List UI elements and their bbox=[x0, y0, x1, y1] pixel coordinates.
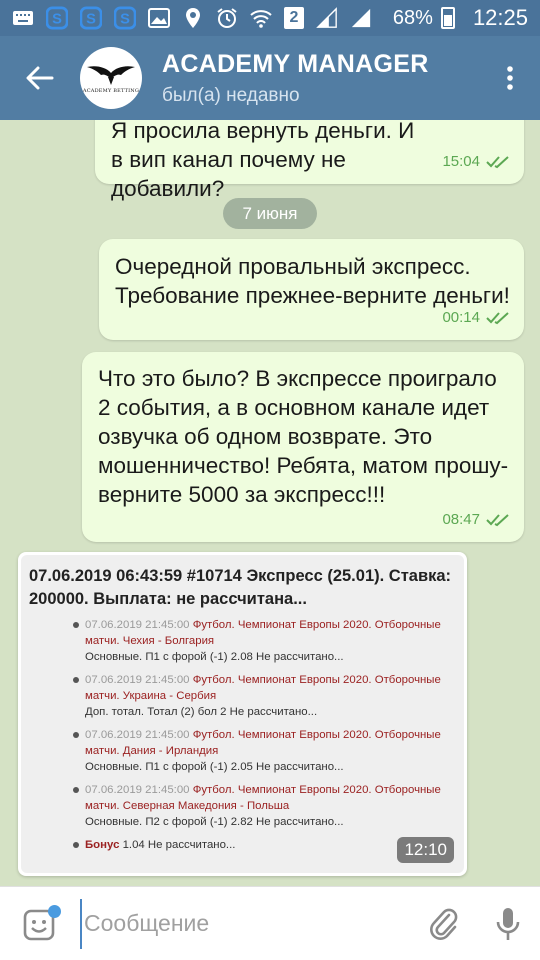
bet-detail: Основные. П1 с форой (-1) 2.08 Не рассчи… bbox=[85, 651, 344, 663]
signal-icon bbox=[316, 7, 338, 29]
message-meta: 00:14 bbox=[442, 303, 510, 332]
image-time: 12:10 bbox=[397, 837, 454, 863]
battery-percent: 68% bbox=[392, 6, 433, 29]
sim2-icon: 2 bbox=[284, 7, 304, 29]
status-bar: S S S 2 68% 12:25 bbox=[0, 0, 540, 36]
voice-record-button[interactable] bbox=[476, 887, 540, 960]
attach-button[interactable] bbox=[412, 887, 476, 960]
emoji-button[interactable] bbox=[0, 887, 80, 960]
message-time: 00:14 bbox=[442, 309, 480, 326]
bet-detail: Основные. П1 с форой (-1) 2.05 Не рассчи… bbox=[85, 761, 344, 773]
bet-slip-header: 07.06.2019 06:43:59 #10714 Экспресс (25.… bbox=[29, 567, 452, 608]
message-input[interactable] bbox=[80, 898, 412, 949]
signal-icon bbox=[350, 7, 372, 29]
bet-list: 07.06.2019 21:45:00 Футбол. Чемпионат Ев… bbox=[29, 617, 454, 853]
arrow-left-icon bbox=[26, 66, 54, 90]
message-bubble[interactable]: Очередной провальный экспресс. Требовани… bbox=[99, 239, 524, 340]
mic-icon bbox=[496, 907, 520, 940]
message-bubble[interactable]: Что это было? В экспрессе проиграло 2 со… bbox=[82, 352, 524, 542]
message-meta: 08:47 bbox=[442, 505, 510, 534]
notification-dot bbox=[48, 904, 61, 918]
svg-text:S: S bbox=[52, 12, 62, 28]
more-menu-button[interactable] bbox=[480, 36, 540, 120]
bet-item: 07.06.2019 21:45:00 Футбол. Чемпионат Ев… bbox=[29, 782, 454, 830]
location-icon bbox=[182, 7, 204, 29]
message-meta: 15:04 bbox=[442, 147, 510, 176]
message-time: 08:47 bbox=[442, 511, 480, 528]
bet-datetime: 07.06.2019 21:45:00 bbox=[85, 674, 190, 686]
attach-icon bbox=[430, 908, 458, 940]
bet-datetime: 07.06.2019 21:45:00 bbox=[85, 619, 190, 631]
message-text: Очередной провальный экспресс. Требовани… bbox=[115, 254, 510, 308]
message-input-bar bbox=[0, 886, 540, 960]
message-text: Что это было? В экспрессе проиграло 2 со… bbox=[98, 366, 509, 507]
date-separator: 7 июня bbox=[223, 198, 317, 229]
double-check-icon bbox=[486, 311, 509, 324]
chat-header: ACADEMY BETTING ACADEMY MANAGER был(а) н… bbox=[0, 36, 540, 120]
s-app-icon: S bbox=[80, 6, 102, 30]
bet-bonus: Бонус 1.04 Не рассчитано... bbox=[29, 837, 454, 853]
bet-datetime: 07.06.2019 21:45:00 bbox=[85, 784, 190, 796]
clock: 12:25 bbox=[472, 5, 528, 30]
bet-detail: Доп. тотал. Тотал (2) бол 2 Не рассчитан… bbox=[85, 706, 318, 718]
svg-text:S: S bbox=[120, 12, 130, 28]
eagle-logo-icon bbox=[87, 65, 135, 85]
bet-item: 07.06.2019 21:45:00 Футбол. Чемпионат Ев… bbox=[29, 672, 454, 720]
chat-area[interactable]: Я просила вернуть деньги. И в вип канал … bbox=[0, 120, 540, 886]
s-app-icon: S bbox=[46, 6, 68, 30]
s-app-icon: S bbox=[114, 6, 136, 30]
bonus-value: 1.04 Не рассчитано... bbox=[122, 839, 236, 851]
chat-title-block[interactable]: ACADEMY MANAGER был(а) недавно bbox=[162, 50, 480, 107]
battery-icon bbox=[440, 7, 455, 29]
bet-item: 07.06.2019 21:45:00 Футбол. Чемпионат Ев… bbox=[29, 727, 454, 775]
bet-item: 07.06.2019 21:45:00 Футбол. Чемпионат Ев… bbox=[29, 617, 454, 665]
avatar-caption: ACADEMY BETTING bbox=[82, 87, 140, 94]
back-button[interactable] bbox=[0, 36, 80, 120]
keyboard-icon bbox=[12, 7, 34, 29]
message-bubble[interactable]: Я просила вернуть деньги. И в вип канал … bbox=[95, 120, 524, 201]
bet-detail: Основные. П2 с форой (-1) 2.82 Не рассчи… bbox=[85, 816, 344, 828]
double-check-icon bbox=[486, 155, 509, 168]
bet-datetime: 07.06.2019 21:45:00 bbox=[85, 729, 190, 741]
bet-slip-image: 07.06.2019 06:43:59 #10714 Экспресс (25.… bbox=[21, 555, 464, 873]
message-text: Я просила вернуть деньги. И в вип канал … bbox=[111, 120, 415, 201]
image-message[interactable]: 07.06.2019 06:43:59 #10714 Экспресс (25.… bbox=[18, 552, 467, 876]
image-icon bbox=[148, 7, 170, 29]
chat-status: был(а) недавно bbox=[162, 84, 300, 106]
message-time: 15:04 bbox=[442, 153, 480, 170]
bonus-label: Бонус bbox=[85, 839, 120, 851]
chat-title: ACADEMY MANAGER bbox=[162, 49, 429, 78]
double-check-icon bbox=[486, 513, 509, 526]
wifi-icon bbox=[250, 7, 272, 29]
alarm-icon bbox=[216, 7, 238, 29]
more-vertical-icon bbox=[507, 66, 513, 90]
svg-text:S: S bbox=[86, 12, 96, 28]
avatar[interactable]: ACADEMY BETTING bbox=[80, 47, 142, 109]
